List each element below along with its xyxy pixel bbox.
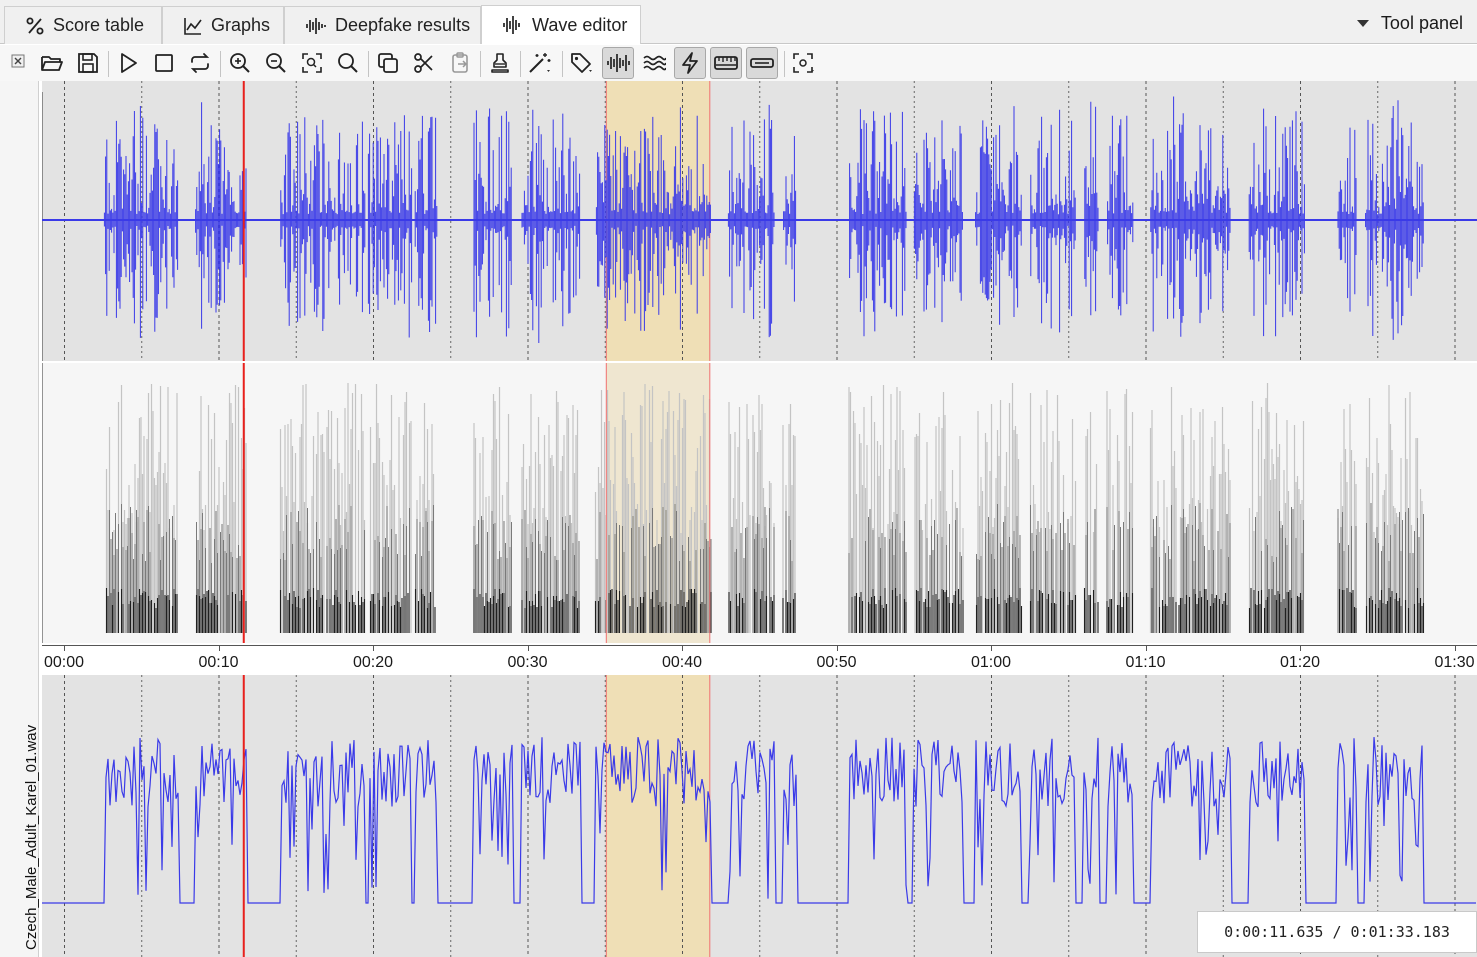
zoom-in-button[interactable] (224, 47, 256, 79)
axis-tick-mark (1454, 646, 1456, 651)
cut-icon (414, 53, 433, 73)
tab-bar: Score table Graphs Deepfake results Wave… (0, 0, 1477, 44)
tab-wave-editor[interactable]: Wave editor (481, 5, 641, 44)
waveform-panel[interactable] (42, 81, 1477, 361)
copy-button[interactable] (372, 47, 404, 79)
open-button[interactable] (36, 47, 68, 79)
stop-button[interactable] (148, 47, 180, 79)
axis-tick-mark (1300, 646, 1301, 651)
ruler-toggle[interactable] (710, 47, 742, 79)
axis-tick-label: 01:30 (1434, 654, 1475, 671)
tab-label: Deepfake results (335, 15, 471, 35)
axis-tick-label: 00:20 (352, 654, 394, 671)
ruler-icon (714, 56, 738, 70)
magic-wand-button[interactable] (524, 47, 556, 79)
axis-tick-label: 00:10 (198, 654, 239, 671)
bar-toggle[interactable] (746, 47, 778, 79)
tag-icon (571, 53, 592, 73)
play-icon (121, 53, 137, 73)
waveform-view-icon (607, 54, 630, 72)
tab-deepfake-results[interactable]: Deepfake results (284, 6, 481, 44)
axis-tick-mark (527, 646, 529, 651)
waveform-view-toggle[interactable] (602, 47, 634, 79)
screenshot-icon (793, 53, 814, 73)
waveform-icon (306, 17, 326, 34)
waveform-icon (503, 16, 520, 34)
axis-tick-mark (991, 646, 992, 651)
tag-button[interactable] (566, 47, 598, 79)
percent-icon (26, 17, 44, 34)
axis-tick-mark (373, 646, 374, 651)
tool-panel-toggle[interactable]: Tool panel (1356, 13, 1463, 34)
tab-label: Graphs (211, 15, 271, 35)
axis-tick-mark (1145, 646, 1147, 651)
spectrum-view-toggle[interactable] (638, 47, 670, 79)
open-folder-icon (41, 56, 63, 71)
zoom-in-icon (230, 53, 250, 73)
time-readout: 0:00:11.635 / 0:01:33.183 (1197, 911, 1477, 953)
axis-tick-label: 00:30 (507, 654, 548, 671)
file-name-label: Czech_Male_Adult_Karel_01.wav (23, 724, 40, 950)
zoom-fit-icon (338, 53, 358, 73)
spectrogram-panel[interactable] (42, 363, 1477, 643)
axis-tick-mark (836, 646, 838, 651)
cut-button[interactable] (408, 47, 440, 79)
axis-tick-label: 01:10 (1125, 654, 1166, 671)
save-button[interactable] (72, 47, 104, 79)
axis-tick-label: 01:00 (970, 654, 1012, 671)
tab-label: Score table (53, 15, 145, 35)
loop-icon (190, 53, 210, 73)
stop-icon (155, 54, 173, 72)
time-axis[interactable]: 00:00 00:10 00:20 00:30 00:40 00:50 01:00 01:10… (42, 645, 1477, 675)
selection-region (606, 675, 710, 957)
loop-button[interactable] (184, 47, 216, 79)
axis-tick-label: 00:00 (43, 654, 85, 671)
stamp-button[interactable] (484, 47, 516, 79)
tool-panel-label: Tool panel (1380, 13, 1463, 33)
paste-icon (452, 52, 468, 73)
axis-tick-mark (682, 646, 683, 651)
flash-toggle[interactable] (674, 47, 706, 79)
spectrogram-plot[interactable] (42, 363, 1477, 643)
bar-icon (750, 58, 774, 68)
zoom-out-icon (266, 53, 286, 73)
axis-tick-label: 01:20 (1279, 654, 1321, 671)
tab-graphs[interactable]: Graphs (162, 6, 284, 44)
zoom-fit-button[interactable] (332, 47, 364, 79)
axis-tick-label: 00:50 (816, 654, 857, 671)
close-panel-icon[interactable] (11, 54, 25, 68)
screenshot-button[interactable] (788, 47, 820, 79)
wave-toolbar (0, 45, 1477, 97)
energy-trace (42, 736, 1476, 904)
tab-score-table[interactable]: Score table (4, 6, 162, 44)
waveform-plot[interactable] (42, 81, 1477, 361)
chevron-down-icon (1356, 20, 1369, 27)
paste-button[interactable] (444, 47, 476, 79)
magic-wand-icon (529, 53, 551, 73)
flash-icon (682, 52, 698, 74)
save-icon (78, 53, 98, 73)
stamp-icon (491, 53, 509, 73)
copy-icon (378, 53, 398, 73)
axis-tick-mark (64, 646, 65, 651)
play-button[interactable] (112, 47, 144, 79)
axis-tick-label: 00:40 (661, 654, 703, 671)
zoom-selection-button[interactable] (296, 47, 328, 79)
zoom-out-button[interactable] (260, 47, 292, 79)
line-chart-icon (184, 17, 202, 35)
tab-label: Wave editor (532, 14, 628, 35)
spectrogram-energy-high (105, 383, 1423, 633)
axis-tick-mark (218, 646, 220, 651)
spectrum-view-icon (643, 55, 666, 71)
zoom-selection-icon (302, 53, 322, 73)
